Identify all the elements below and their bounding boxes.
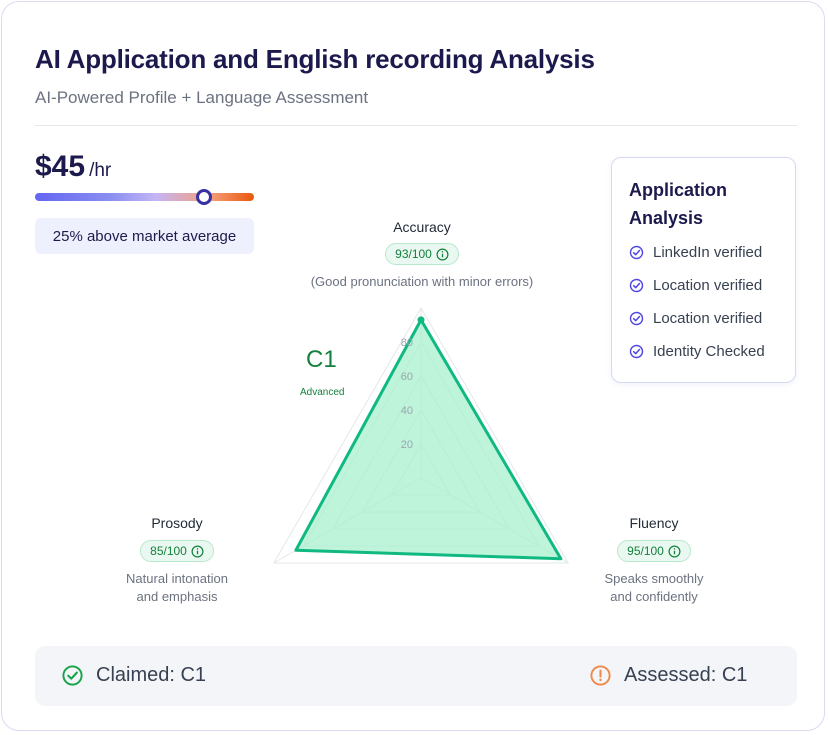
radar-data-point (417, 316, 425, 324)
radar-tick-label: 60 (401, 371, 413, 383)
assessed-level-text: Assessed: C1 (624, 664, 748, 686)
analysis-card: AI Application and English recording Ana… (1, 1, 825, 731)
score-fluency: 95/100 (627, 544, 664, 558)
score-accuracy: 93/100 (395, 247, 432, 261)
score-pill-fluency[interactable]: 95/100 (617, 540, 691, 562)
axis-note-accuracy: (Good pronunciation with minor errors) (310, 274, 534, 289)
level-comparison-footer: Claimed: C1 Assessed: C1 (35, 646, 797, 706)
analysis-item-label: LinkedIn verified (653, 244, 763, 261)
claimed-level-text: Claimed: C1 (96, 664, 207, 686)
axis-label-accuracy: Accuracy (393, 219, 451, 235)
score-pill-accuracy[interactable]: 93/100 (385, 243, 459, 265)
alert-circle-icon (590, 665, 611, 686)
score-pill-prosody[interactable]: 85/100 (140, 540, 214, 562)
analysis-item-label: Location verified (653, 277, 763, 294)
check-circle-icon (629, 311, 644, 326)
level-code: C1 (306, 346, 337, 373)
axis-note-fluency: Speaks smoothly and confidently (604, 571, 704, 604)
axis-label-fluency: Fluency (629, 515, 679, 531)
claimed-level: Claimed: C1 (61, 664, 206, 687)
analysis-item-label: Identity Checked (653, 343, 765, 360)
analysis-item-linkedin: LinkedIn verified (629, 244, 762, 261)
radar-tick-label: 20 (401, 439, 413, 451)
assessed-level: Assessed: C1 (589, 664, 747, 687)
info-icon[interactable] (668, 545, 681, 558)
analysis-item-location: Location verified (629, 277, 762, 294)
application-analysis-title: Application Analysis (629, 180, 727, 228)
check-circle-icon (629, 344, 644, 359)
analysis-item-label: Location verified (653, 310, 763, 327)
analysis-item-location: Location verified (629, 310, 762, 327)
check-circle-icon (62, 665, 83, 686)
application-analysis-card: Application Analysis LinkedIn verified L… (611, 157, 796, 383)
info-icon[interactable] (436, 248, 449, 261)
radar-tick-label: 80 (401, 337, 413, 349)
check-circle-icon (629, 278, 644, 293)
axis-label-prosody: Prosody (151, 515, 203, 531)
level-name: Advanced (300, 387, 345, 398)
info-icon[interactable] (191, 545, 204, 558)
analysis-item-identity: Identity Checked (629, 343, 765, 360)
check-circle-icon (629, 245, 644, 260)
radar-tick-label: 40 (401, 405, 413, 417)
score-prosody: 85/100 (150, 544, 187, 558)
axis-note-prosody: Natural intonation and emphasis (126, 571, 228, 604)
